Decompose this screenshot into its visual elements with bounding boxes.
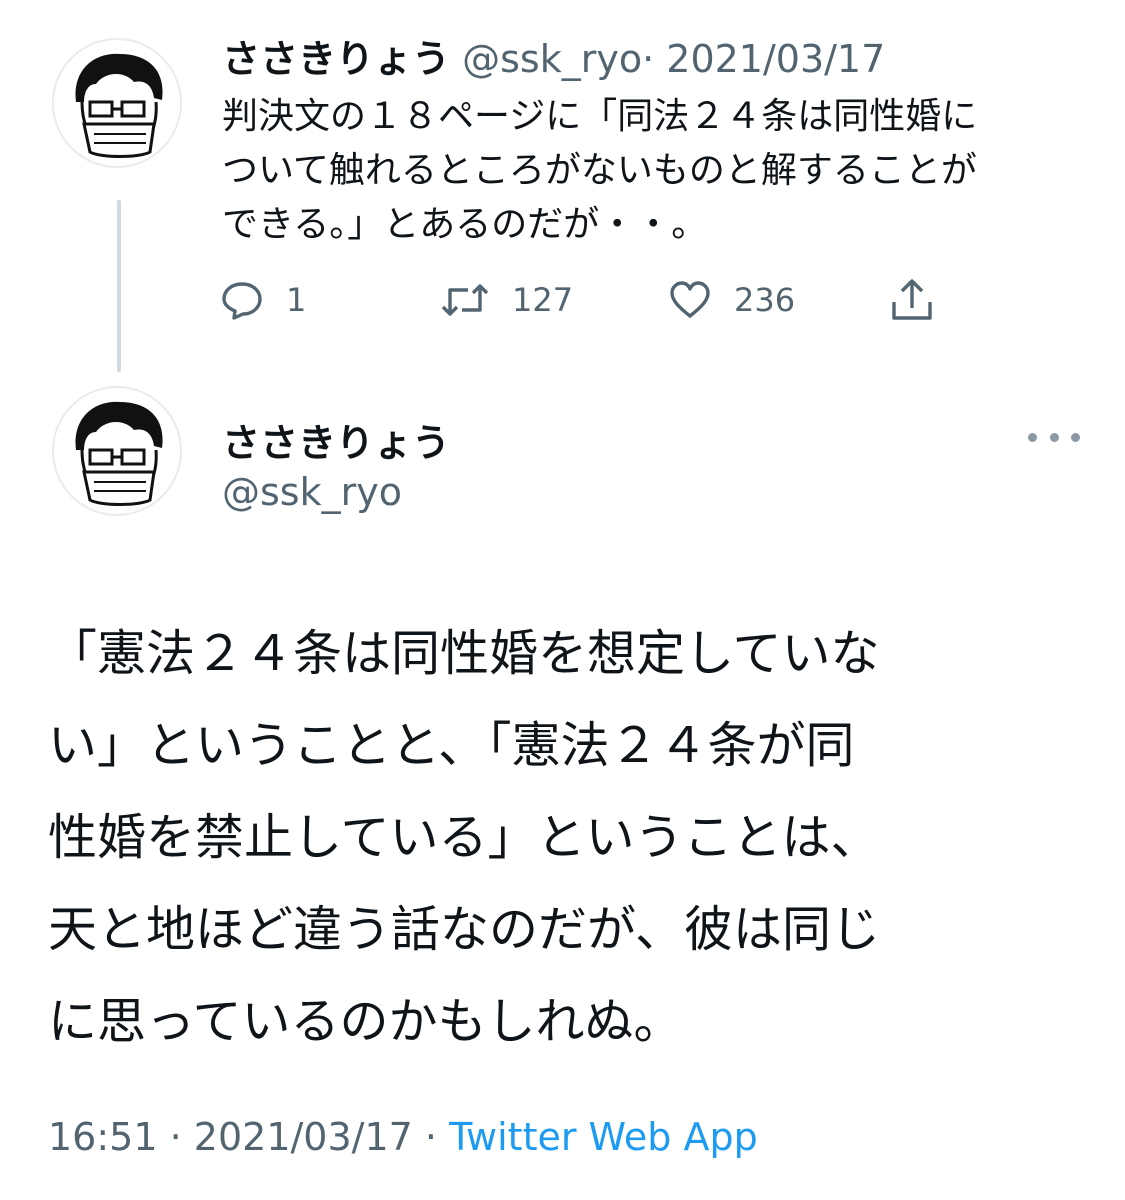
text-line: 天と地ほど違う話なのだが、彼は同じ bbox=[48, 901, 881, 958]
avatar-drawing bbox=[75, 401, 163, 506]
tweet-date[interactable]: 2021/03/17 bbox=[194, 1115, 413, 1159]
display-name[interactable]: ささきりょう bbox=[222, 412, 450, 467]
separator-dot: · bbox=[642, 37, 655, 81]
tweet-meta: 16:51 · 2021/03/17 · Twitter Web App bbox=[48, 1115, 758, 1159]
tweet2-text: 「憲法２４条は同性婚を想定していな い」ということと、「憲法２４条が同 性婚を禁… bbox=[48, 608, 1078, 1068]
retweet-count: 127 bbox=[512, 281, 574, 319]
avatar-drawing bbox=[75, 53, 163, 158]
tweet1-text: 判決文の１８ページに「同法２４条は同性婚に ついて触れるところがないものと解する… bbox=[222, 90, 1082, 252]
avatar[interactable] bbox=[52, 386, 182, 516]
like-count: 236 bbox=[734, 281, 796, 319]
avatar[interactable] bbox=[52, 38, 182, 168]
more-icon bbox=[1028, 432, 1037, 442]
retweet-icon bbox=[441, 284, 489, 316]
user-handle[interactable]: @ssk_ryo bbox=[462, 37, 642, 81]
like-icon bbox=[670, 281, 710, 318]
text-line: できる。」とあるのだが・・。 bbox=[222, 204, 708, 245]
tweet-date[interactable]: 2021/03/17 bbox=[666, 37, 885, 81]
text-line: い」ということと、「憲法２４条が同 bbox=[48, 717, 855, 774]
text-line: 判決文の１８ページに「同法２４条は同性婚に bbox=[222, 96, 978, 137]
tweet-time[interactable]: 16:51 bbox=[48, 1115, 158, 1159]
share-button[interactable] bbox=[888, 278, 936, 322]
thread-line bbox=[117, 200, 121, 372]
reply-icon bbox=[222, 282, 262, 320]
text-line: に思っているのかもしれぬ。 bbox=[48, 993, 683, 1050]
display-name[interactable]: ささきりょう bbox=[222, 37, 450, 81]
more-icon bbox=[1049, 432, 1059, 442]
text-line: 性婚を禁止している」ということは、 bbox=[48, 809, 880, 866]
separator-dot: · bbox=[169, 1115, 182, 1159]
separator-dot: · bbox=[424, 1115, 438, 1159]
retweet-button[interactable]: 127 bbox=[440, 280, 573, 320]
text-line: ついて触れるところがないものと解することが bbox=[222, 150, 977, 191]
source-app-link[interactable]: Twitter Web App bbox=[449, 1115, 758, 1159]
user-handle[interactable]: @ssk_ryo bbox=[222, 470, 402, 514]
reply-count: 1 bbox=[286, 281, 307, 319]
text-line: 「憲法２４条は同性婚を想定していな bbox=[48, 625, 880, 682]
more-icon bbox=[1071, 432, 1080, 442]
like-button[interactable]: 236 bbox=[668, 280, 795, 320]
more-button[interactable] bbox=[1028, 430, 1080, 444]
tweet1-header: ささきりょう @ssk_ryo· 2021/03/17 bbox=[222, 28, 885, 83]
share-icon bbox=[892, 279, 932, 320]
reply-button[interactable]: 1 bbox=[220, 280, 306, 320]
